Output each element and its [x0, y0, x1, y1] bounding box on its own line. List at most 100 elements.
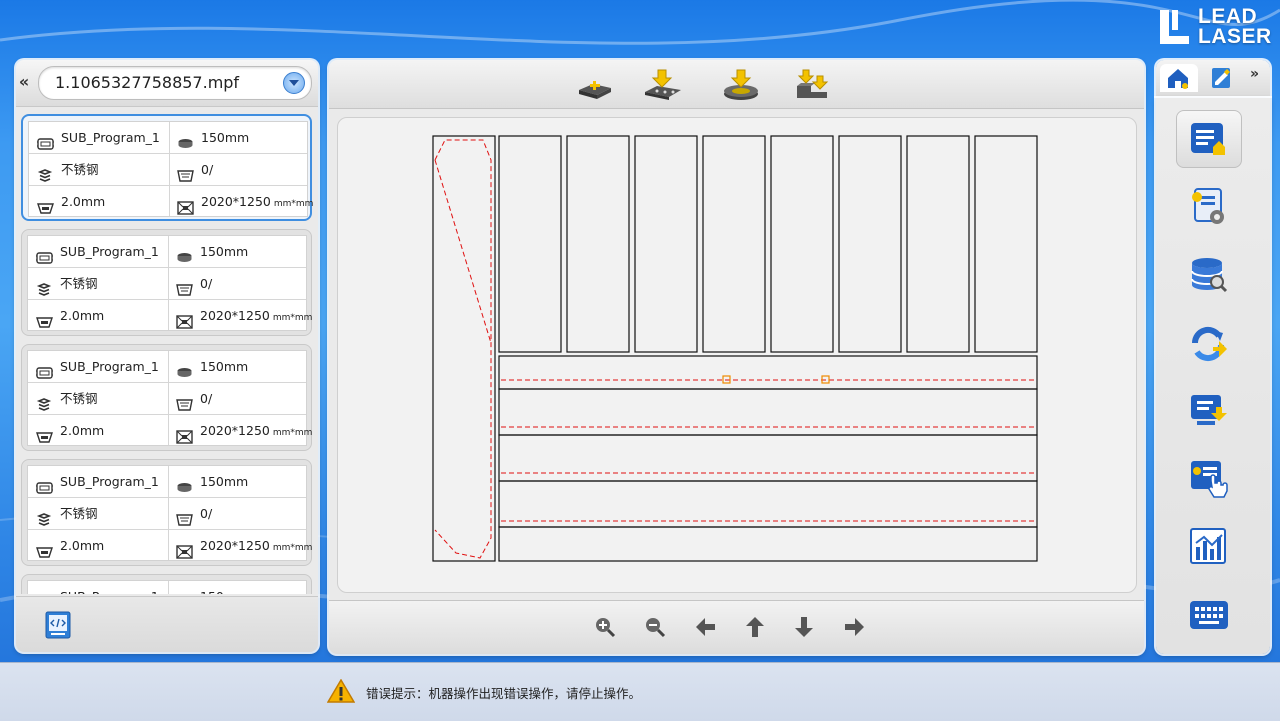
thickness-icon [36, 309, 53, 328]
home-tab[interactable] [1160, 64, 1198, 92]
program-cards: SUB_Program_1 150mm 不锈钢 0/2.0mm 2020*1250 mm*… [16, 110, 318, 594]
height-icon [176, 475, 193, 492]
program-size: 2020*1250 [200, 538, 270, 553]
program-icon [36, 475, 53, 494]
keyboard-button[interactable] [1176, 586, 1242, 644]
program-count: 0/ [200, 506, 213, 521]
program-thickness: 2.0mm [60, 538, 105, 553]
program-name: SUB_Program_1 [60, 581, 159, 594]
program-list-panel: « 1.1065327758857.mpf SUB_Program_1 150mm… [16, 60, 318, 652]
program-icon [36, 590, 53, 594]
arrow-left-icon[interactable] [694, 616, 716, 638]
program-size-cell: 2020*1250 mm*mm [168, 415, 312, 447]
count-icon [177, 163, 194, 182]
program-thickness: 2.0mm [60, 423, 105, 438]
database-search-icon [1191, 258, 1228, 293]
refresh-transfer-button[interactable] [1176, 314, 1242, 372]
cut-path [434, 159, 492, 344]
program-count-cell: 0/ [169, 154, 309, 186]
program-height: 150mm [201, 130, 250, 145]
chevron-down-icon[interactable] [283, 72, 305, 94]
more-tabs-button[interactable]: » [1250, 66, 1259, 82]
program-panel-footer [16, 596, 318, 652]
logo-line-2: LASER [1198, 25, 1272, 48]
warning-icon [327, 679, 355, 703]
program-card[interactable]: SUB_Program_1150mm 不锈钢 0/2.0mm 2020*1250mm*… [21, 229, 312, 336]
program-name-cell: SUB_Program_1 [28, 466, 168, 498]
zoom-out-icon[interactable] [644, 616, 666, 638]
monitor-download-button[interactable] [1176, 382, 1242, 440]
program-size-unit: mm*mm [273, 199, 314, 209]
program-card[interactable]: SUB_Program_1150mm不锈钢0/2.0mm2020*1250mm*… [21, 574, 312, 594]
height-icon [177, 131, 194, 148]
program-settings-icon [1192, 188, 1224, 224]
sheet-load-icon[interactable] [643, 68, 683, 102]
program-card[interactable]: SUB_Program_1150mm不锈钢0/2.0mm2020*1250mm*… [21, 344, 312, 451]
program-height-cell: 150mm [169, 122, 309, 154]
program-name: SUB_Program_1 [61, 130, 160, 145]
thickness-icon [37, 195, 54, 214]
program-name-cell: SUB_Program_1 [28, 351, 168, 383]
statistics-chart-button[interactable] [1176, 518, 1242, 576]
horizontal-parts [498, 355, 1038, 562]
statistics-chart-icon [1190, 528, 1226, 564]
logo-line-1: LEAD [1198, 5, 1258, 28]
program-card[interactable]: SUB_Program_1150mm不锈钢0/2.0mm2020*1250mm*… [21, 459, 312, 566]
program-count-cell: 0/ [168, 383, 308, 415]
view-toolbar [329, 60, 1144, 109]
program-name-cell: SUB_Program_1 [28, 236, 168, 268]
program-height-cell: 150mm [168, 236, 308, 268]
program-thickness: 2.0mm [60, 308, 105, 323]
monitor-download-icon [1191, 395, 1227, 425]
program-icon [36, 360, 53, 379]
program-icon [37, 131, 54, 150]
code-view-icon[interactable] [45, 611, 71, 639]
program-name-cell: SUB_Program_1 [28, 581, 168, 594]
program-size: 2020*1250 [200, 308, 270, 323]
edit-tab-icon [1212, 68, 1230, 88]
file-select-dropdown[interactable]: 1.1065327758857.mpf [38, 66, 312, 100]
program-count-cell: 0/ [168, 498, 308, 530]
program-count-cell: 0/ [168, 268, 308, 300]
program-material-cell: 不锈钢 [28, 383, 168, 415]
program-size-unit: mm*mm [272, 313, 313, 323]
arrow-up-icon[interactable] [744, 616, 766, 638]
status-bar: 错误提示：机器操作出现错误操作，请停止操作。 [0, 662, 1280, 721]
height-icon [176, 245, 193, 262]
nesting-drawing [432, 135, 1038, 562]
program-height-cell: 150mm [168, 466, 308, 498]
keyboard-icon [1190, 601, 1228, 629]
arrow-down-icon[interactable] [793, 616, 815, 638]
program-size-cell: 2020*1250 mm*mm [169, 186, 313, 218]
thickness-icon [36, 424, 53, 443]
arrow-right-icon[interactable] [844, 616, 866, 638]
nesting-canvas[interactable] [337, 117, 1137, 593]
refresh-transfer-icon [1191, 326, 1227, 362]
program-size-unit: mm*mm [272, 543, 313, 553]
step-move-icon[interactable] [793, 68, 833, 102]
program-card-details: SUB_Program_1 150mm 不锈钢 0/2.0mm 2020*1250mm*… [28, 121, 313, 218]
count-icon [176, 277, 193, 296]
program-height: 150mm [200, 581, 248, 594]
program-card[interactable]: SUB_Program_1150mm不锈钢0/2.0mm2020*1250mm*… [21, 114, 313, 221]
program-list-button[interactable] [1176, 110, 1242, 168]
program-name-cell: SUB_Program_1 [29, 122, 169, 154]
round-load-icon[interactable] [721, 68, 761, 102]
logo-mark-icon [1160, 10, 1189, 44]
file-name: 1.1065327758857.mpf [55, 73, 240, 92]
strip-cut-paths [501, 379, 1035, 522]
material-icon [36, 507, 53, 526]
plate-set-icon[interactable] [575, 68, 615, 102]
program-size-unit: mm*mm [272, 428, 313, 438]
height-icon [176, 360, 193, 377]
program-name: SUB_Program_1 [60, 359, 159, 374]
edit-tab[interactable] [1202, 64, 1240, 92]
program-settings-button[interactable] [1176, 178, 1242, 236]
manual-operation-button[interactable] [1176, 450, 1242, 508]
zoom-in-icon[interactable] [594, 616, 616, 638]
program-thickness-cell: 2.0mm [28, 300, 168, 332]
program-material: 不锈钢 [60, 276, 98, 291]
collapse-panel-button[interactable]: « [16, 70, 32, 94]
database-search-button[interactable] [1176, 246, 1242, 304]
material-icon [37, 163, 54, 182]
